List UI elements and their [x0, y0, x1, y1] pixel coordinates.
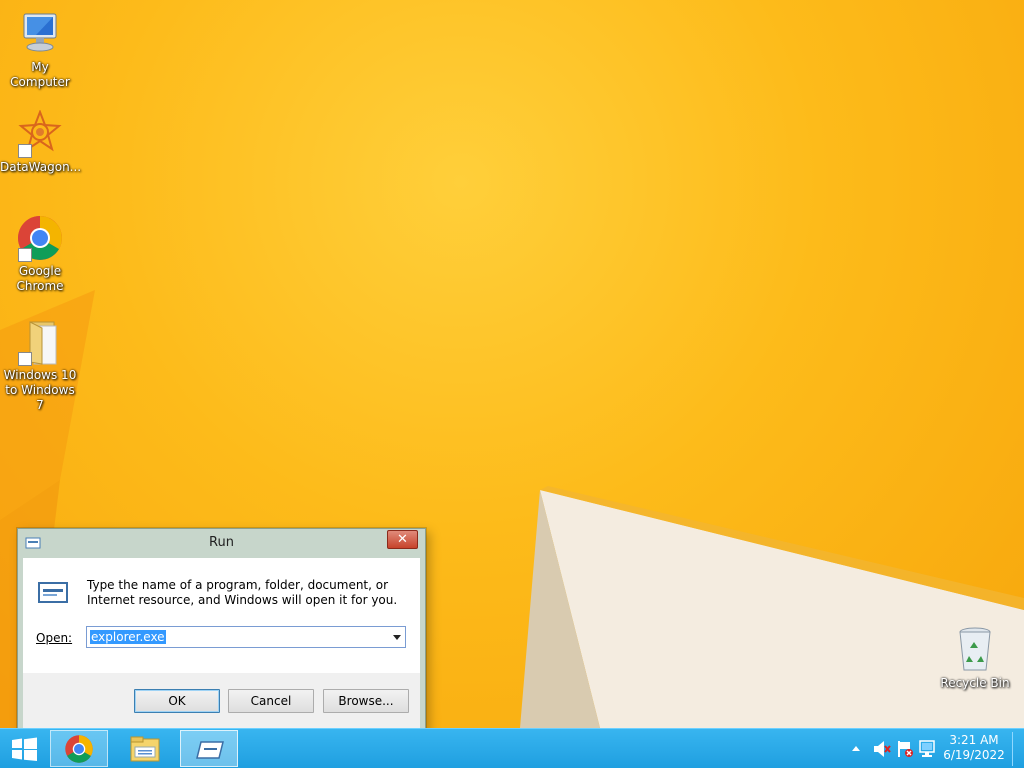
desktop-icon-google-chrome[interactable]: Google Chrome — [0, 214, 80, 294]
datawagon-icon — [16, 109, 64, 158]
taskbar: 3:21 AM 6/19/2022 — [0, 728, 1024, 768]
clock-time: 3:21 AM — [949, 733, 999, 747]
taskbar-file-explorer-button[interactable] — [116, 730, 174, 767]
open-combobox[interactable]: explorer.exe — [86, 626, 406, 648]
show-hidden-icons-arrow[interactable] — [852, 746, 860, 751]
computer-icon — [16, 10, 64, 58]
clock-date: 6/19/2022 — [943, 748, 1005, 762]
run-dialog-body: Type the name of a program, folder, docu… — [23, 558, 420, 728]
run-dialog: Run ✕ Type the name of a program, folder… — [17, 528, 426, 734]
recycle-bin-icon — [951, 626, 999, 674]
shortcut-arrow-icon — [18, 248, 32, 262]
speaker-muted-icon[interactable] — [874, 741, 891, 757]
taskbar-chrome-button[interactable] — [50, 730, 108, 767]
open-label-text: Open: — [36, 631, 73, 645]
ok-button[interactable]: OK — [134, 689, 220, 713]
desktop-icon-label: DataWagon... — [0, 160, 82, 174]
open-input-value[interactable]: explorer.exe — [90, 630, 166, 644]
run-program-icon — [38, 582, 68, 603]
folder-icon — [16, 318, 64, 366]
chevron-down-icon[interactable] — [393, 635, 401, 640]
system-tray — [852, 740, 935, 757]
run-dialog-title: Run — [209, 535, 234, 550]
show-desktop-button[interactable] — [1012, 732, 1023, 766]
desktop-icon-recycle-bin[interactable]: Recycle Bin — [935, 626, 1015, 691]
start-button[interactable] — [10, 737, 40, 761]
network-icon[interactable] — [919, 740, 935, 757]
chrome-icon — [16, 214, 64, 262]
run-icon — [196, 741, 224, 759]
taskbar-run-button[interactable] — [180, 730, 238, 767]
open-label: Open: — [36, 631, 72, 645]
desktop-icon-windows10-to-windows7[interactable]: Windows 10 to Windows 7 — [0, 318, 80, 413]
browse-button[interactable]: Browse... — [323, 689, 409, 713]
action-center-flag-icon[interactable] — [898, 741, 913, 757]
shortcut-arrow-icon — [18, 352, 32, 366]
close-button[interactable]: ✕ — [387, 530, 418, 549]
desktop-icon-label: Google Chrome — [16, 264, 64, 293]
file-explorer-icon — [130, 736, 160, 762]
shortcut-arrow-icon — [18, 144, 32, 158]
desktop-icon-my-computer[interactable]: My Computer — [0, 10, 80, 90]
run-dialog-content: Type the name of a program, folder, docu… — [23, 558, 420, 673]
run-dialog-titlebar[interactable]: Run ✕ — [18, 529, 425, 557]
cancel-button[interactable]: Cancel — [228, 689, 314, 713]
desktop-icon-label: My Computer — [10, 60, 70, 89]
desktop-icon-label: Recycle Bin — [940, 676, 1010, 690]
run-dialog-description: Type the name of a program, folder, docu… — [87, 578, 398, 607]
clock[interactable]: 3:21 AM 6/19/2022 — [942, 733, 1006, 763]
desktop-icon-label: Windows 10 to Windows 7 — [3, 368, 77, 412]
desktop-icon-datawagon[interactable]: DataWagon... — [0, 109, 82, 175]
chrome-icon — [65, 735, 93, 763]
